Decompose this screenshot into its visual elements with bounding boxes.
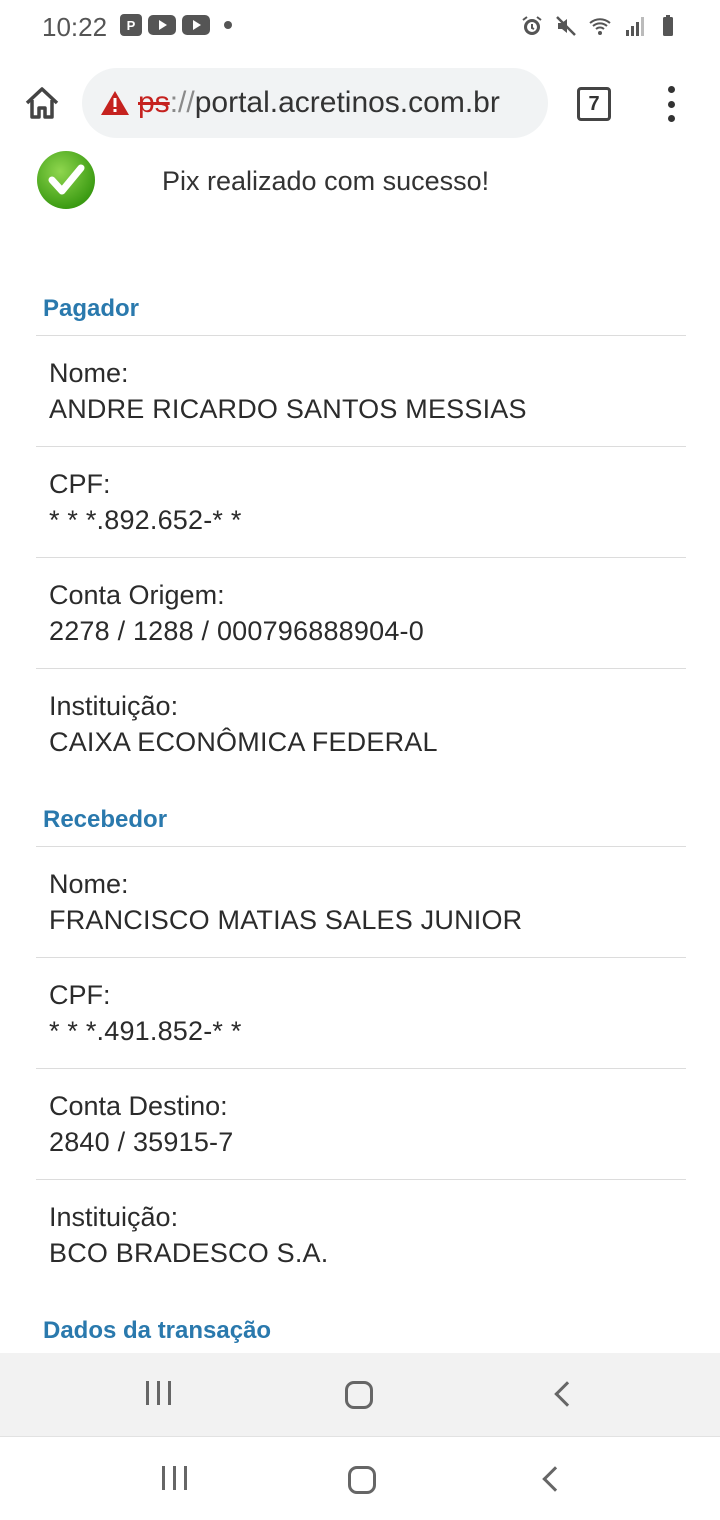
field-label: Conta Destino: <box>49 1091 228 1121</box>
url-host: portal.acretinos.com.br <box>194 86 500 119</box>
recents-icon[interactable] <box>162 1466 187 1490</box>
field-value: CAIXA ECONÔMICA FEDERAL <box>49 727 438 757</box>
wifi-icon <box>589 18 611 35</box>
navigation-bar <box>0 1438 720 1520</box>
field-value: 2278 / 1288 / 000796888904-0 <box>49 616 424 646</box>
battery-icon <box>663 15 673 36</box>
warning-icon[interactable] <box>100 89 130 117</box>
back-icon[interactable] <box>554 1381 580 1407</box>
home-nav-icon[interactable] <box>348 1466 376 1494</box>
navigation-bar-overlay <box>0 1353 720 1437</box>
field-value: 2840 / 35915-7 <box>49 1127 234 1157</box>
receiver-cpf-field: CPF: * * *.491.852-* * <box>36 957 686 1068</box>
home-icon[interactable] <box>22 83 62 123</box>
url-scheme: ps <box>138 86 170 119</box>
field-label: Conta Origem: <box>49 580 225 610</box>
status-time: 10:22 <box>42 12 108 42</box>
youtube-icon <box>148 15 176 35</box>
youtube-icon <box>182 15 210 35</box>
field-label: Nome: <box>49 869 129 899</box>
field-value: FRANCISCO MATIAS SALES JUNIOR <box>49 905 523 935</box>
more-menu-icon[interactable] <box>664 86 678 122</box>
payer-name-field: Nome: ANDRE RICARDO SANTOS MESSIAS <box>36 335 686 446</box>
address-bar[interactable]: ps :// portal.acretinos.com.br <box>82 68 548 138</box>
notification-icons: P <box>120 14 232 36</box>
success-banner: Pix realizado com sucesso! <box>36 148 686 212</box>
home-nav-icon[interactable] <box>345 1381 373 1409</box>
field-value: BCO BRADESCO S.A. <box>49 1238 329 1268</box>
field-label: Nome: <box>49 358 129 388</box>
browser-toolbar: ps :// portal.acretinos.com.br 7 <box>0 56 720 150</box>
mute-icon <box>556 16 576 36</box>
section-title-receiver: Recebedor <box>43 806 168 833</box>
status-bar: 10:22 P <box>0 0 720 56</box>
check-icon <box>37 151 95 209</box>
field-value: ANDRE RICARDO SANTOS MESSIAS <box>49 394 527 424</box>
payer-cpf-field: CPF: * * *.892.652-* * <box>36 446 686 557</box>
field-label: CPF: <box>49 980 111 1010</box>
signal-icon <box>626 17 644 36</box>
back-icon[interactable] <box>542 1466 568 1492</box>
url-separator: :// <box>169 86 195 119</box>
section-title-payer: Pagador <box>43 295 140 322</box>
payer-institution-field: Instituição: CAIXA ECONÔMICA FEDERAL <box>36 668 686 779</box>
tab-switcher-button[interactable]: 7 <box>577 87 611 121</box>
receiver-institution-field: Instituição: BCO BRADESCO S.A. <box>36 1179 686 1290</box>
field-label: CPF: <box>49 469 111 499</box>
field-value: * * *.892.652-* * <box>49 505 242 535</box>
success-message: Pix realizado com sucesso! <box>162 166 490 196</box>
section-title-transaction: Dados da transação <box>43 1317 272 1344</box>
field-value: * * *.491.852-* * <box>49 1016 242 1046</box>
parking-icon: P <box>120 14 142 36</box>
system-icons <box>520 14 680 38</box>
field-label: Instituição: <box>49 1202 179 1232</box>
payer-account-field: Conta Origem: 2278 / 1288 / 000796888904… <box>36 557 686 668</box>
recents-icon[interactable] <box>146 1381 171 1405</box>
receiver-account-field: Conta Destino: 2840 / 35915-7 <box>36 1068 686 1179</box>
field-label: Instituição: <box>49 691 179 721</box>
dot-icon <box>224 21 232 29</box>
alarm-icon <box>522 16 542 35</box>
receiver-name-field: Nome: FRANCISCO MATIAS SALES JUNIOR <box>36 846 686 957</box>
